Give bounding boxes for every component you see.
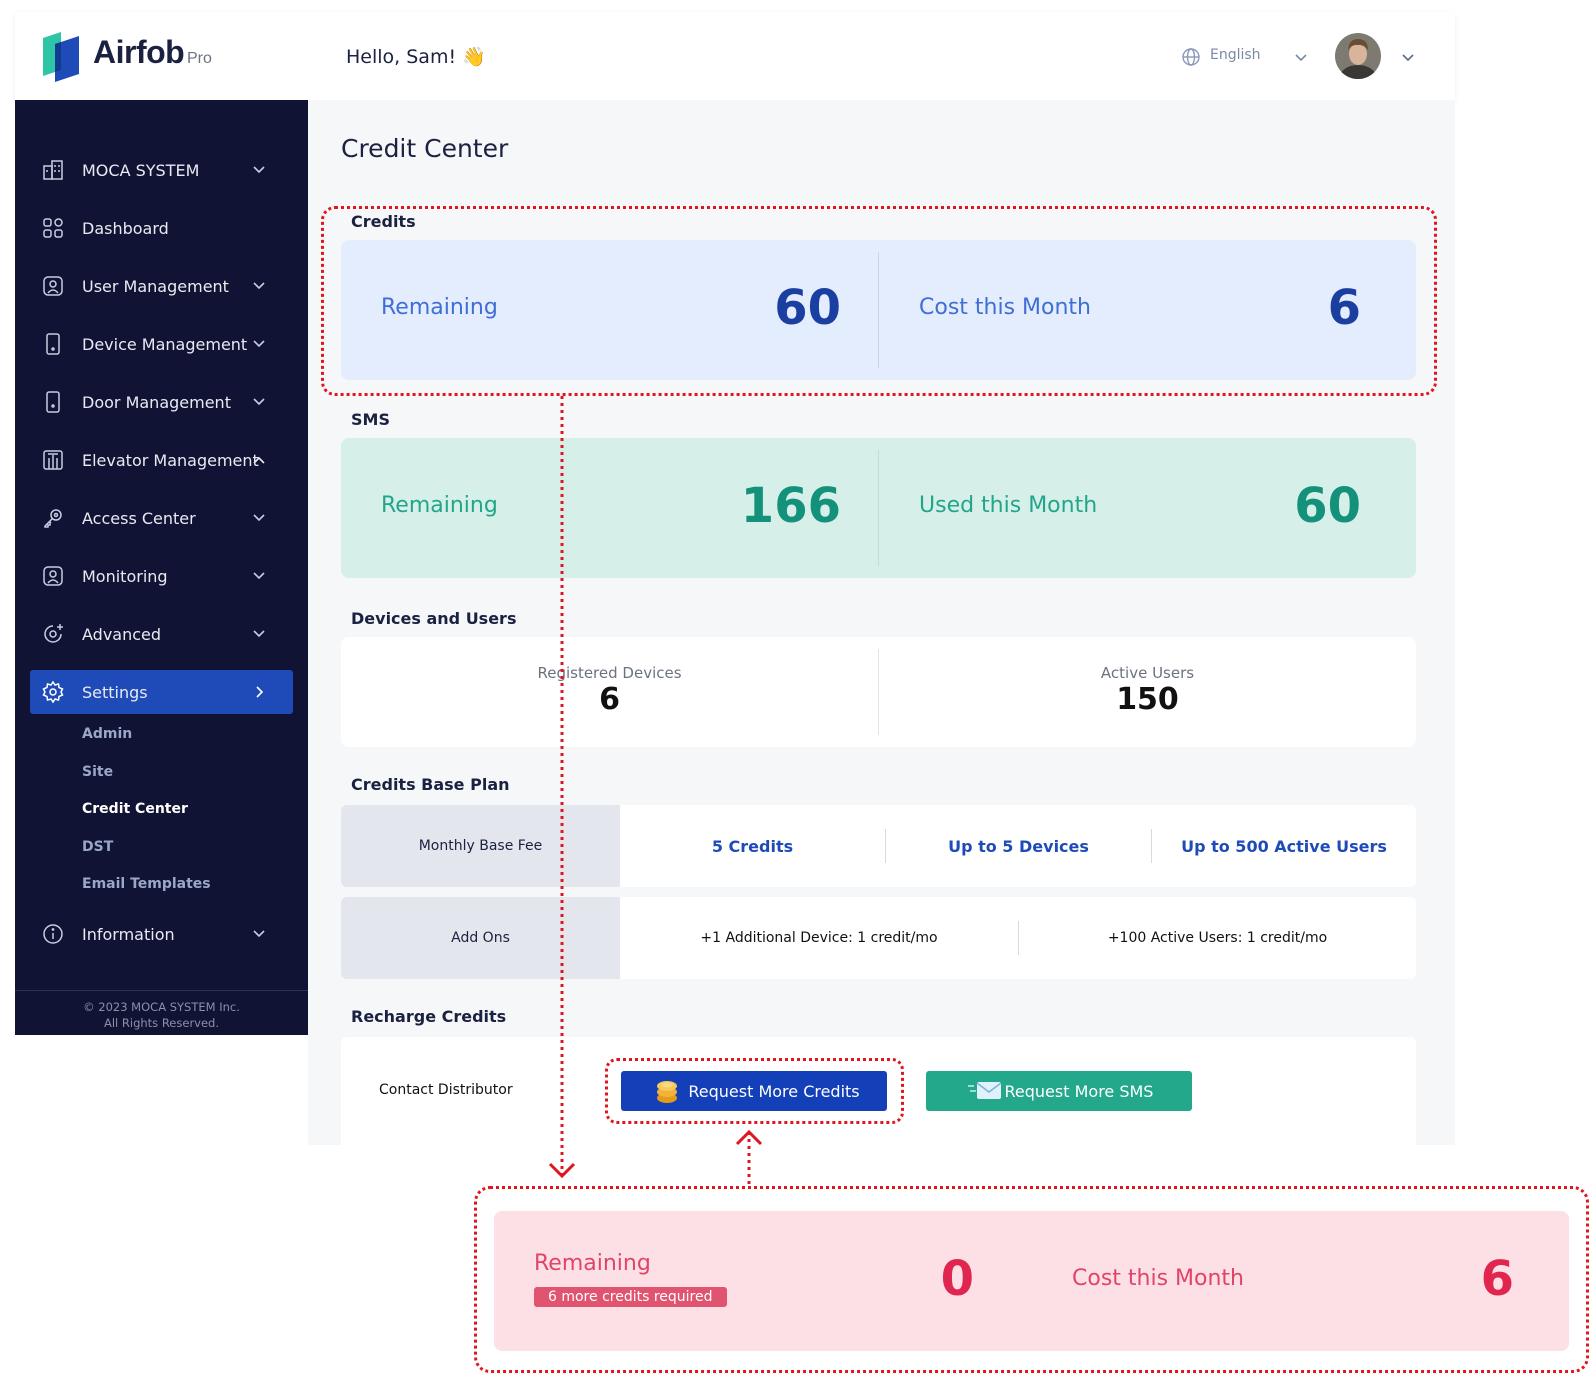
monthly-base-fee-row: Monthly Base Fee 5 Credits Up to 5 Devic… (341, 805, 1416, 887)
info-icon (43, 924, 63, 944)
envelope-icon (968, 1082, 1002, 1099)
sms-used-label: Used this Month (919, 493, 1098, 518)
card-divider (878, 450, 879, 566)
devices-users-section-title: Devices and Users (351, 609, 517, 628)
brand-name: Airfob (93, 34, 185, 70)
active-users-label: Active Users (1100, 664, 1195, 682)
device-icon (46, 333, 60, 355)
registered-devices-value: 6 (599, 682, 620, 717)
chevron-down-icon[interactable] (1293, 50, 1309, 66)
insufficient-credits-card: Remaining 6 more credits required 0 Cost… (494, 1211, 1569, 1351)
contact-distributor-label: Contact Distributor (379, 1082, 513, 1098)
callout-cost-label: Cost this Month (1072, 1266, 1244, 1291)
settings-sub-credit-center[interactable]: Credit Center (82, 801, 188, 817)
user-avatar[interactable] (1335, 33, 1381, 79)
request-credits-highlight-box (605, 1058, 904, 1124)
chevron-down-icon (253, 282, 265, 290)
sidebar-item-advanced[interactable]: Advanced (15, 612, 308, 656)
gear-icon (42, 680, 64, 704)
airfob-logo-icon (43, 32, 79, 82)
sidebar-item-label: Device Management (82, 334, 248, 354)
sidebar-item-dashboard[interactable]: Dashboard (15, 206, 308, 250)
sidebar-item-elevator-management[interactable]: Elevator Management (15, 438, 308, 482)
credits-required-badge: 6 more credits required (534, 1287, 727, 1307)
callout-remaining-label: Remaining (534, 1251, 651, 1276)
sidebar-item-label: Dashboard (82, 218, 169, 238)
settings-sub-site[interactable]: Site (82, 764, 113, 780)
brand-suffix: Pro (187, 50, 212, 67)
chevron-down-icon (253, 166, 265, 174)
annotation-arrow-up (735, 1129, 763, 1186)
sms-used-value: 60 (1294, 478, 1361, 534)
base-plan-section-title: Credits Base Plan (351, 775, 510, 794)
request-more-sms-button[interactable]: Request More SMS (926, 1071, 1192, 1111)
page-title: Credit Center (341, 134, 509, 163)
greeting-text: Hello, Sam! 👋 (346, 46, 486, 68)
chevron-up-icon (253, 456, 265, 464)
advanced-icon (44, 624, 63, 643)
sidebar-item-settings[interactable]: Settings (30, 670, 293, 714)
key-icon (44, 509, 62, 528)
sidebar-item-label: Elevator Management (82, 450, 259, 470)
chevron-down-icon (253, 572, 265, 580)
devices-users-card: Registered Devices 6 Active Users 150 (341, 637, 1416, 747)
sidebar-item-label: User Management (82, 276, 229, 296)
settings-sub-dst[interactable]: DST (82, 839, 113, 855)
sidebar-item-label: Information (82, 924, 175, 944)
plan-active-users: Up to 500 Active Users (1181, 836, 1387, 856)
sidebar-item-label: MOCA SYSTEM (82, 160, 200, 180)
sms-remaining-label: Remaining (381, 493, 498, 518)
chevron-down-icon[interactable] (1400, 50, 1416, 66)
sidebar-item-label: Settings (82, 682, 148, 702)
settings-sub-email-templates[interactable]: Email Templates (82, 876, 211, 892)
elevator-icon (43, 450, 63, 470)
addon-device: +1 Additional Device: 1 credit/mo (700, 930, 938, 946)
plan-credits: 5 Credits (711, 836, 794, 856)
active-users-value: 150 (1116, 682, 1179, 717)
sidebar-item-label: Access Center (82, 508, 196, 528)
sms-remaining-value: 166 (740, 478, 841, 534)
credits-highlight-box (321, 206, 1437, 396)
sidebar-item-access-center[interactable]: Access Center (15, 496, 308, 540)
sidebar: MOCA SYSTEM Dashboard User Management De… (15, 100, 308, 1035)
chevron-down-icon (253, 630, 265, 638)
sidebar-item-door-management[interactable]: Door Management (15, 380, 308, 424)
chevron-down-icon (253, 930, 265, 938)
request-sms-label: Request More SMS (1004, 1081, 1154, 1101)
chevron-down-icon (253, 340, 265, 348)
sms-card: Remaining 166 Used this Month 60 (341, 438, 1416, 578)
registered-devices-label: Registered Devices (537, 664, 682, 682)
user-card-icon (43, 276, 63, 296)
chevron-down-icon (253, 398, 265, 406)
top-header: Airfob Pro Hello, Sam! 👋 English (15, 12, 1455, 100)
dashboard-grid-icon (43, 218, 63, 238)
sidebar-item-device-management[interactable]: Device Management (15, 322, 308, 366)
callout-remaining-value: 0 (940, 1251, 974, 1307)
chevron-right-icon (256, 686, 264, 698)
sms-section-title: SMS (351, 410, 390, 429)
callout-cost-value: 6 (1480, 1251, 1514, 1307)
settings-sub-admin[interactable]: Admin (82, 726, 132, 742)
globe-icon[interactable] (1181, 47, 1201, 67)
sidebar-item-information[interactable]: Information (15, 912, 308, 956)
sidebar-item-label: Door Management (82, 392, 231, 412)
door-icon (46, 391, 60, 413)
sidebar-footer: © 2023 MOCA SYSTEM Inc. All Rights Reser… (15, 990, 308, 1035)
sidebar-item-user-management[interactable]: User Management (15, 264, 308, 308)
add-ons-row: Add Ons +1 Additional Device: 1 credit/m… (341, 897, 1416, 979)
sidebar-item-monitoring[interactable]: Monitoring (15, 554, 308, 598)
building-icon (43, 160, 63, 180)
sidebar-item-label: Advanced (82, 624, 162, 644)
chevron-down-icon (253, 514, 265, 522)
monitor-user-icon (43, 566, 63, 586)
addon-users: +100 Active Users: 1 credit/mo (1107, 930, 1328, 946)
plan-devices: Up to 5 Devices (948, 836, 1089, 856)
language-selector[interactable]: English (1210, 47, 1261, 63)
annotation-arrow-down (548, 396, 576, 1179)
sidebar-item-moca-system[interactable]: MOCA SYSTEM (15, 148, 308, 192)
recharge-section-title: Recharge Credits (351, 1007, 507, 1026)
sidebar-item-label: Monitoring (82, 566, 168, 586)
